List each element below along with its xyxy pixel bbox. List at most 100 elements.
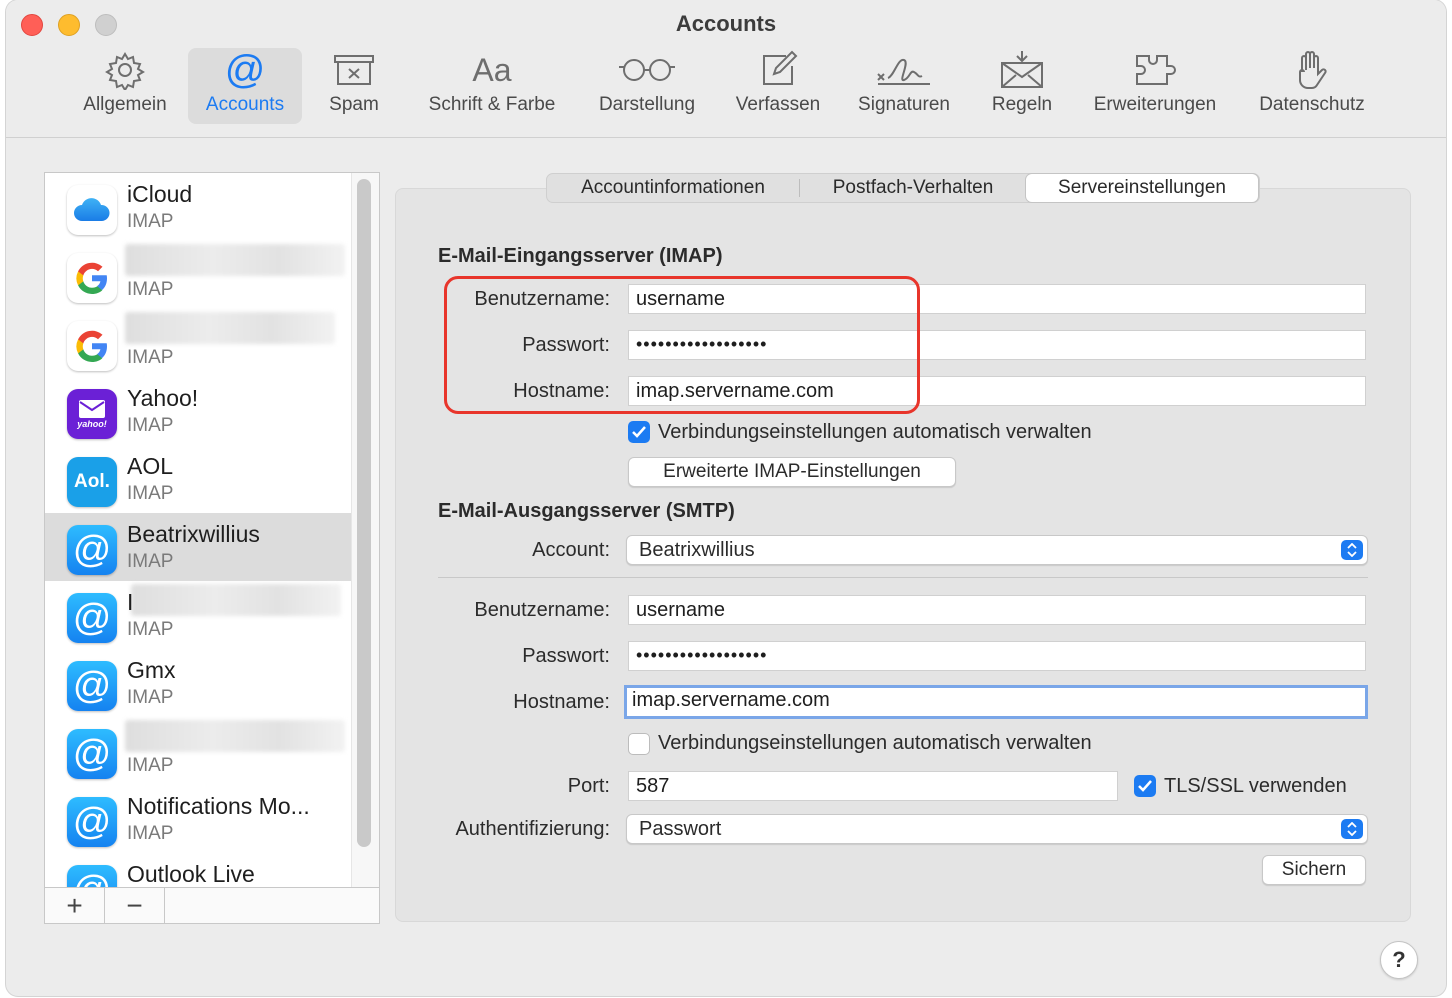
- account-row-notifications[interactable]: @ Notifications Mo... IMAP: [45, 785, 351, 853]
- account-row-gmx[interactable]: @ Gmx IMAP: [45, 649, 351, 717]
- icloud-icon: [67, 185, 117, 235]
- aol-logo-text: Aol.: [74, 471, 110, 492]
- incoming-auto-manage-checkbox[interactable]: [628, 421, 650, 443]
- google-icon: [67, 253, 117, 303]
- settings-tabs: Accountinformationen Postfach-Verhalten …: [546, 173, 1260, 203]
- account-list: iCloud IMAP IMAP IMAP yahoo! Yahoo! IMAP…: [44, 172, 380, 924]
- save-button[interactable]: Sichern: [1262, 855, 1366, 885]
- auth-label: Authentifizierung:: [455, 818, 610, 840]
- toolbar-allgemein[interactable]: Allgemein: [72, 48, 178, 124]
- account-type: IMAP: [127, 823, 174, 844]
- toolbar-datenschutz[interactable]: Datenschutz: [1244, 48, 1380, 124]
- add-account-button[interactable]: +: [45, 888, 105, 923]
- account-name: AOL: [127, 453, 174, 479]
- account-type: IMAP: [127, 619, 174, 640]
- toolbar-label: Spam: [329, 94, 379, 115]
- toolbar-label: Regeln: [991, 94, 1053, 115]
- account-type: IMAP: [127, 211, 174, 232]
- advanced-imap-settings-button[interactable]: Erweiterte IMAP-Einstellungen: [628, 457, 956, 487]
- auth-value: Passwort: [639, 818, 722, 840]
- account-list-scroll: iCloud IMAP IMAP IMAP yahoo! Yahoo! IMAP…: [45, 173, 351, 887]
- toolbar-accounts[interactable]: @ Accounts: [188, 48, 302, 124]
- auth-select[interactable]: Passwort: [626, 814, 1368, 844]
- outgoing-hostname-field[interactable]: imap.servername.com: [624, 685, 1368, 719]
- toolbar-verfassen[interactable]: Verfassen: [722, 48, 834, 124]
- chevron-updown-icon: [1341, 540, 1363, 560]
- account-row-beatrixwillius[interactable]: @ Beatrixwillius IMAP: [45, 513, 351, 581]
- account-list-scrollbar[interactable]: [357, 179, 371, 847]
- account-name: I: [127, 589, 134, 615]
- tab-servereinstellungen[interactable]: Servereinstellungen: [1026, 174, 1258, 202]
- outgoing-auto-manage-checkbox[interactable]: [628, 733, 650, 755]
- tab-postfach-verhalten[interactable]: Postfach-Verhalten: [800, 174, 1026, 202]
- account-row-google-2[interactable]: IMAP: [45, 309, 351, 377]
- yahoo-logo-text: yahoo!: [77, 419, 107, 429]
- port-field[interactable]: 587: [628, 771, 1118, 801]
- account-type: IMAP: [127, 415, 174, 436]
- account-row-icloud[interactable]: iCloud IMAP: [45, 173, 351, 241]
- outgoing-account-value: Beatrixwillius: [639, 539, 755, 561]
- hand-icon: [1294, 48, 1330, 92]
- font-icon: Aa: [472, 48, 511, 92]
- account-row-aol[interactable]: Aol. AOL IMAP: [45, 445, 351, 513]
- checkmark-icon: [1138, 780, 1152, 792]
- tls-checkbox[interactable]: [1134, 775, 1156, 797]
- account-row-google-1[interactable]: IMAP: [45, 241, 351, 309]
- account-name: Outlook Live: [127, 861, 255, 887]
- port-label: Port:: [567, 775, 610, 797]
- outgoing-username-field[interactable]: username: [628, 595, 1366, 625]
- outgoing-server-heading: E-Mail-Ausgangsserver (SMTP): [438, 500, 735, 522]
- toolbar-erweiterungen[interactable]: Erweiterungen: [1080, 48, 1230, 124]
- toolbar-label: Allgemein: [83, 94, 167, 115]
- extensions-icon: [1131, 48, 1179, 92]
- remove-account-button[interactable]: −: [105, 888, 165, 923]
- outgoing-password-field[interactable]: ••••••••••••••••••: [628, 641, 1366, 671]
- toolbar-label: Datenschutz: [1259, 94, 1365, 115]
- toolbar-spam[interactable]: Spam: [312, 48, 396, 124]
- account-name: Gmx: [127, 657, 176, 683]
- tab-accountinformationen[interactable]: Accountinformationen: [547, 174, 799, 202]
- account-list-footer: + −: [45, 887, 379, 923]
- aol-icon: Aol.: [67, 457, 117, 507]
- google-icon: [67, 321, 117, 371]
- account-type: IMAP: [127, 687, 174, 708]
- at-icon: @: [224, 48, 266, 92]
- account-type: IMAP: [127, 551, 174, 572]
- toolbar-schrift-farbe[interactable]: Aa Schrift & Farbe: [412, 48, 572, 124]
- account-row-blurred[interactable]: @ I IMAP: [45, 581, 351, 649]
- toolbar-label: Erweiterungen: [1093, 94, 1217, 115]
- outgoing-auto-manage-label: Verbindungseinstellungen automatisch ver…: [658, 732, 1092, 754]
- toolbar-signaturen[interactable]: Signaturen: [844, 48, 964, 124]
- account-row-outlook-live[interactable]: @ Outlook Live: [45, 853, 351, 887]
- toolbar-label: Accounts: [205, 94, 285, 115]
- spam-icon: [332, 48, 376, 92]
- blurred-account-name: [131, 584, 341, 616]
- account-row-blurred-2[interactable]: @ IMAP: [45, 717, 351, 785]
- help-button[interactable]: ?: [1380, 941, 1418, 979]
- compose-icon: [758, 48, 798, 92]
- toolbar-darstellung[interactable]: Darstellung: [584, 48, 710, 124]
- account-row-yahoo[interactable]: yahoo! Yahoo! IMAP: [45, 377, 351, 445]
- window-title: Accounts: [675, 11, 777, 36]
- glasses-icon: [617, 48, 677, 92]
- outgoing-account-select[interactable]: Beatrixwillius: [626, 535, 1368, 565]
- outgoing-hostname-label: Hostname:: [513, 691, 610, 713]
- account-name: Beatrixwillius: [127, 521, 260, 547]
- chevron-updown-icon: [1341, 819, 1363, 839]
- accounts-window: Accounts Allgemein @ Accounts Spam Aa Sc…: [6, 0, 1446, 996]
- blurred-account-name: [125, 244, 345, 276]
- at-account-icon: @: [67, 593, 117, 643]
- toolbar-label: Signaturen: [858, 94, 950, 115]
- at-account-icon: @: [67, 661, 117, 711]
- at-account-icon: @: [67, 797, 117, 847]
- toolbar-label: Schrift & Farbe: [428, 94, 556, 115]
- at-account-icon: @: [67, 729, 117, 779]
- blurred-account-name: [125, 720, 345, 752]
- outgoing-username-label: Benutzername:: [474, 599, 610, 621]
- highlight-annotation: [444, 276, 920, 414]
- outgoing-account-label: Account:: [532, 539, 610, 561]
- gear-icon: [105, 48, 145, 92]
- toolbar-regeln[interactable]: Regeln: [978, 48, 1066, 124]
- account-type: IMAP: [127, 755, 174, 776]
- at-account-icon: @: [67, 525, 117, 575]
